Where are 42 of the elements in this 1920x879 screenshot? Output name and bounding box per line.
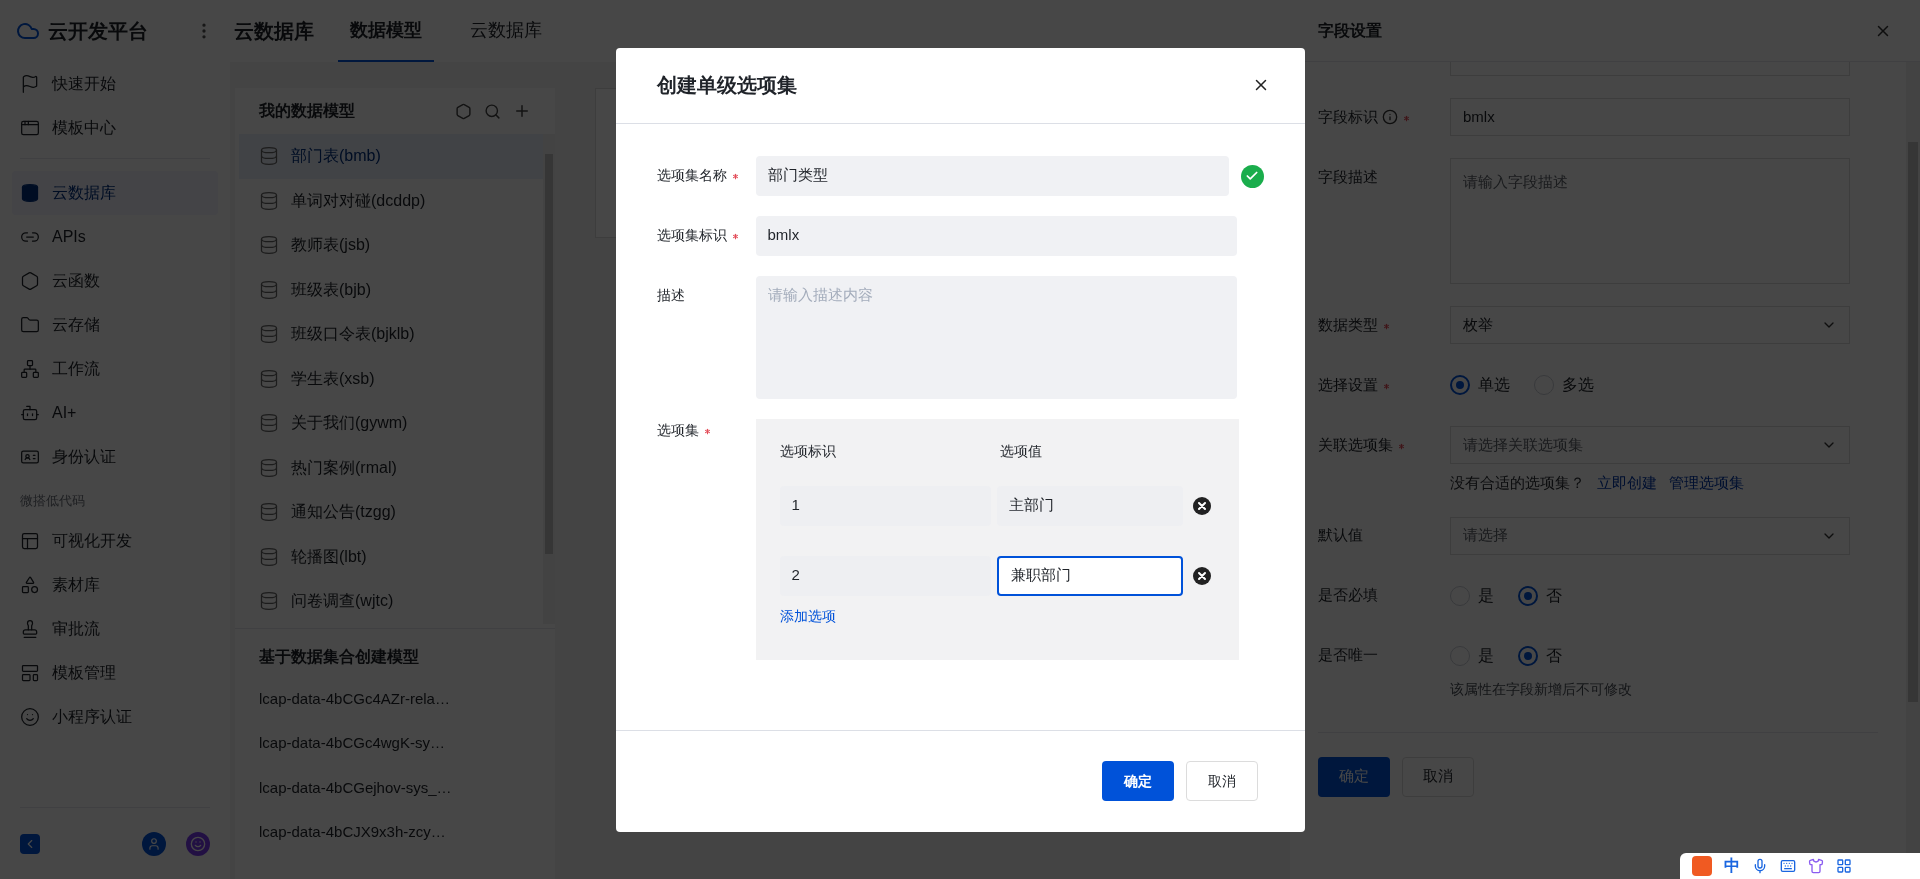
- radio-label: 是: [1478, 585, 1494, 606]
- hint-text: 没有合适的选项集？: [1450, 473, 1585, 493]
- field-label: 默认值: [1318, 525, 1363, 546]
- radio-label: 否: [1546, 645, 1562, 666]
- brand-title: 云开发平台: [48, 19, 148, 44]
- field-label: 描述: [656, 286, 685, 305]
- confirm-button[interactable]: 确定: [1101, 761, 1174, 801]
- field-label: 数据类型: [1318, 314, 1378, 335]
- remove-icon[interactable]: [1192, 566, 1211, 585]
- field-label: 字段描述: [1318, 166, 1378, 187]
- field-label: 是否必填: [1318, 585, 1378, 606]
- microphone-icon[interactable]: [1752, 858, 1768, 874]
- shirt-icon[interactable]: [1808, 858, 1824, 874]
- radio-label: 否: [1546, 585, 1562, 606]
- field-label: 选项集名称: [656, 166, 727, 185]
- drawer-title: 字段设置: [1318, 20, 1382, 41]
- panel-title: 我的数据模型: [259, 101, 355, 121]
- field-label: 选项集: [656, 421, 699, 440]
- column-header: 选项标识: [779, 441, 837, 461]
- radio-label: 是: [1478, 645, 1494, 666]
- radio-label: 多选: [1562, 375, 1594, 395]
- add-option-link[interactable]: 添加选项: [779, 605, 836, 627]
- keyboard-icon[interactable]: [1780, 858, 1796, 874]
- text-field[interactable]: 部门类型: [755, 155, 1229, 196]
- ime-mode[interactable]: 中: [1724, 854, 1740, 878]
- page-title: 云数据库: [234, 19, 314, 44]
- remove-icon[interactable]: [1192, 496, 1211, 515]
- grid-icon[interactable]: [1836, 858, 1852, 874]
- field-label: 字段标识: [1318, 106, 1378, 127]
- textarea-field[interactable]: 请输入描述内容: [755, 275, 1237, 399]
- option-value-field[interactable]: 主部门: [996, 485, 1183, 526]
- column-header: 选项值: [999, 441, 1042, 461]
- dialog-title: 创建单级选项集: [656, 73, 797, 98]
- option-value-field[interactable]: 兼职部门: [996, 555, 1183, 596]
- section-title: 基于数据集合创建模型: [259, 646, 420, 667]
- field-label: 选项集标识: [656, 226, 727, 245]
- option-key-field[interactable]: 2: [779, 555, 991, 596]
- field-label: 关联选项集: [1318, 434, 1393, 455]
- text-field[interactable]: bmlx: [755, 215, 1237, 256]
- radio-label: 单选: [1478, 375, 1510, 395]
- cancel-button[interactable]: 取消: [1185, 761, 1258, 801]
- option-key-field[interactable]: 1: [779, 485, 991, 526]
